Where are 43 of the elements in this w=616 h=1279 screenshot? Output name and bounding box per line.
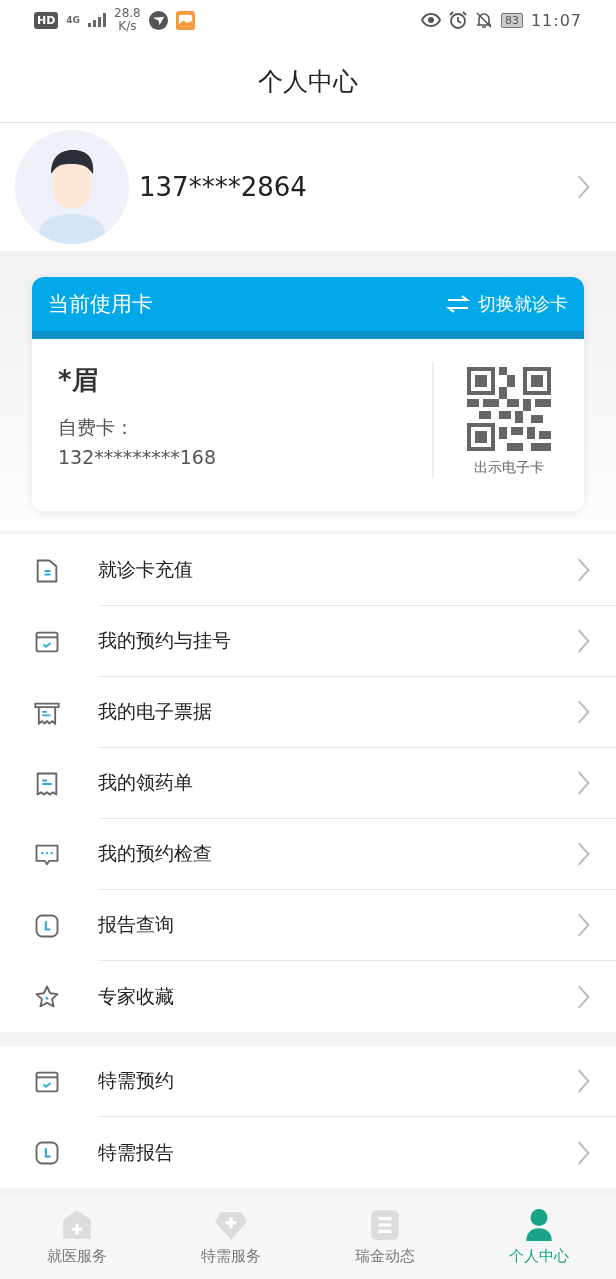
- qr-label: 出示电子卡: [474, 459, 544, 477]
- chevron-right-icon: [576, 628, 590, 654]
- nav-tab[interactable]: 瑞金动态: [308, 1195, 462, 1279]
- qr-code-icon[interactable]: [467, 367, 551, 451]
- chevron-right-icon: [576, 1068, 590, 1094]
- phone-number: 137****2864: [139, 172, 308, 202]
- news-icon: [368, 1208, 402, 1242]
- chevron-right-icon: [576, 770, 590, 796]
- card-heading: 当前使用卡: [48, 291, 154, 318]
- hospital-icon: [60, 1208, 94, 1242]
- card-type: 自费卡：: [58, 415, 135, 440]
- menu-item[interactable]: 报告查询: [98, 912, 576, 938]
- menu-item[interactable]: 我的电子票据: [98, 699, 576, 725]
- chevron-right-icon: [576, 699, 590, 725]
- menu-item[interactable]: 专家收藏: [98, 983, 576, 1010]
- chevron-right-icon: [576, 912, 590, 938]
- chevron-right-icon: [576, 557, 590, 583]
- menu-item[interactable]: 特需预约: [98, 1068, 576, 1094]
- alarm-icon: [448, 11, 467, 29]
- swap-arrows-icon: [446, 295, 470, 313]
- speed-unit: K/s: [118, 20, 137, 33]
- clock-time: 11:07: [530, 10, 582, 30]
- chevron-right-icon: [576, 841, 590, 867]
- page-title: 个人中心: [258, 65, 358, 98]
- card-number: 132*********168: [58, 445, 218, 470]
- bell-off-icon: [474, 11, 493, 29]
- network-type: 4G: [66, 15, 80, 25]
- chevron-right-icon: [576, 983, 590, 1010]
- signal-icon: [88, 13, 106, 27]
- chevron-right-icon: [576, 1139, 590, 1166]
- chevron-right-icon: [576, 174, 590, 200]
- nav-tab[interactable]: 就医服务: [0, 1195, 154, 1279]
- card-holder: *眉: [58, 364, 99, 397]
- menu-item[interactable]: 就诊卡充值: [98, 557, 576, 583]
- menu-item[interactable]: 我的预约检查: [98, 841, 576, 867]
- nav-tab[interactable]: 特需服务: [154, 1195, 308, 1279]
- eye-icon: [420, 12, 441, 28]
- battery-indicator: 83: [500, 12, 523, 28]
- speed-value: 28.8: [114, 7, 141, 20]
- hd-badge: HD: [34, 11, 59, 29]
- menu-item[interactable]: 特需报告: [98, 1139, 576, 1166]
- menu-item[interactable]: 我的预约与挂号: [98, 628, 576, 654]
- menu-item[interactable]: 我的领药单: [98, 770, 576, 796]
